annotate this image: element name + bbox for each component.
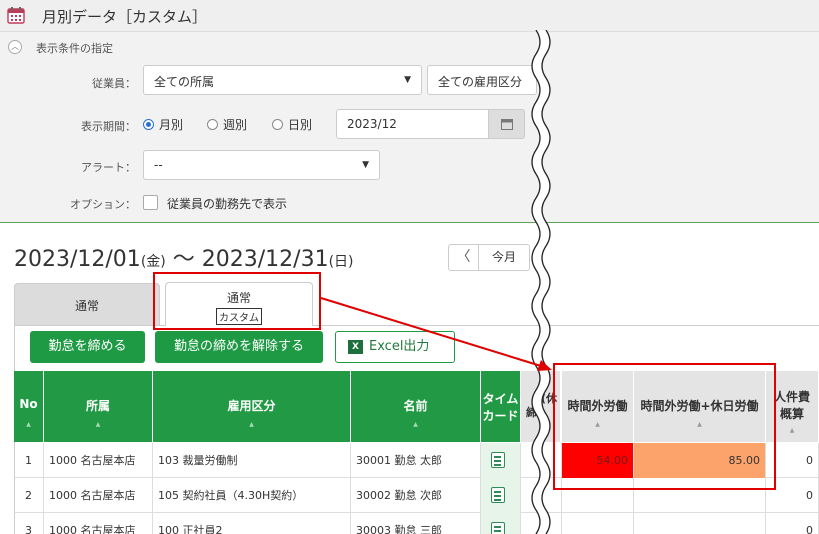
cell-no: 3 bbox=[14, 513, 44, 534]
timecard-cell[interactable] bbox=[481, 478, 521, 513]
radio-checked-icon bbox=[143, 119, 154, 130]
annotation-tab-highlight bbox=[153, 272, 321, 330]
title-bar: 月別データ［カスタム］ bbox=[0, 0, 819, 32]
workplace-checkbox-label: 従業員の勤務先で表示 bbox=[167, 197, 288, 211]
excel-icon: X bbox=[348, 340, 363, 354]
cell-affiliation: 1000 名古屋本店 bbox=[44, 443, 153, 478]
calendar-icon bbox=[7, 7, 25, 24]
tab-normal[interactable]: 通常 bbox=[14, 283, 160, 325]
alert-select[interactable]: -- ▼ bbox=[143, 150, 380, 180]
sort-icon: ▲ bbox=[413, 421, 418, 428]
cell-labor-cost: 0 bbox=[766, 513, 819, 534]
conditions-header: 表示条件の指定 bbox=[36, 42, 113, 55]
employment-select[interactable]: 全ての雇用区分 bbox=[427, 65, 537, 95]
dropdown-arrow-icon: ▼ bbox=[362, 160, 369, 170]
radio-monthly[interactable]: 月別 bbox=[143, 116, 183, 133]
workplace-checkbox[interactable] bbox=[143, 195, 158, 210]
cell-no: 2 bbox=[14, 478, 44, 513]
radio-daily[interactable]: 日別 bbox=[272, 116, 312, 133]
sort-icon: ▲ bbox=[26, 421, 31, 428]
month-input[interactable]: 2023/12 bbox=[336, 109, 489, 139]
col-timecard: タイム カード bbox=[481, 371, 521, 442]
cell-affiliation: 1000 名古屋本店 bbox=[44, 513, 153, 534]
cell-employment: 103 裁量労働制 bbox=[153, 443, 351, 478]
timecard-icon bbox=[491, 522, 505, 534]
cell-employment: 105 契約社員（4.30H契約） bbox=[153, 478, 351, 513]
col-name[interactable]: 名前 ▲ bbox=[351, 371, 481, 442]
col-affiliation[interactable]: 所属 ▲ bbox=[44, 371, 153, 442]
timecard-cell[interactable] bbox=[481, 443, 521, 478]
alert-label: アラート： bbox=[81, 161, 136, 174]
timecard-icon bbox=[491, 487, 505, 503]
page-title: 月別データ［カスタム］ bbox=[42, 8, 208, 26]
radio-unchecked-icon bbox=[207, 119, 218, 130]
timecard-cell[interactable] bbox=[481, 513, 521, 534]
dropdown-arrow-icon: ▼ bbox=[404, 75, 411, 85]
close-attendance-button[interactable]: 勤怠を締める bbox=[30, 331, 145, 363]
page: { "app": { "title": "月別データ［カスタム］" }, "co… bbox=[0, 0, 819, 534]
calendar-icon bbox=[501, 119, 513, 130]
cell-name: 30002 勤怠 次郎 bbox=[351, 478, 481, 513]
period-label: 表示期間： bbox=[81, 120, 136, 133]
option-label: オプション： bbox=[70, 198, 136, 211]
cell-no: 1 bbox=[14, 443, 44, 478]
excel-export-button[interactable]: X Excel出力 bbox=[335, 331, 455, 363]
table-row[interactable]: 3 1000 名古屋本店 100 正社員2 30003 勤怠 三郎 0 bbox=[14, 513, 819, 534]
this-month-button[interactable]: 今月 bbox=[479, 245, 529, 270]
timecard-icon bbox=[491, 452, 505, 468]
collapse-icon[interactable]: ︿ bbox=[8, 40, 22, 54]
cell-name: 30001 勤怠 太郎 bbox=[351, 443, 481, 478]
col-no[interactable]: No ▲ bbox=[14, 371, 44, 442]
employee-label: 従業員： bbox=[92, 77, 136, 90]
column-break-wave bbox=[531, 30, 551, 534]
prev-period-button[interactable]: 〈 bbox=[449, 245, 479, 270]
affiliation-select[interactable]: 全ての所属 ▼ bbox=[143, 65, 422, 95]
cell-overtime bbox=[562, 513, 634, 534]
cell-affiliation: 1000 名古屋本店 bbox=[44, 478, 153, 513]
sort-icon: ▲ bbox=[95, 421, 101, 428]
annotation-columns-highlight bbox=[553, 363, 776, 490]
cell-employment: 100 正社員2 bbox=[153, 513, 351, 534]
unclose-attendance-button[interactable]: 勤怠の締めを解除する bbox=[155, 331, 323, 363]
date-picker-button[interactable] bbox=[488, 109, 525, 139]
cell-overtime-holiday bbox=[634, 513, 766, 534]
sort-icon: ▲ bbox=[249, 421, 254, 428]
alert-value: -- bbox=[154, 158, 163, 172]
radio-unchecked-icon bbox=[272, 119, 283, 130]
cell-name: 30003 勤怠 三郎 bbox=[351, 513, 481, 534]
col-employment[interactable]: 雇用区分 ▲ bbox=[153, 371, 351, 442]
period-heading: 2023/12/01(金) 〜 2023/12/31(日) bbox=[14, 247, 354, 272]
affiliation-value: 全ての所属 bbox=[154, 75, 215, 89]
radio-weekly[interactable]: 週別 bbox=[207, 116, 247, 133]
employment-value: 全ての雇用区分 bbox=[438, 75, 523, 89]
period-nav: 〈 今月 bbox=[448, 244, 530, 271]
